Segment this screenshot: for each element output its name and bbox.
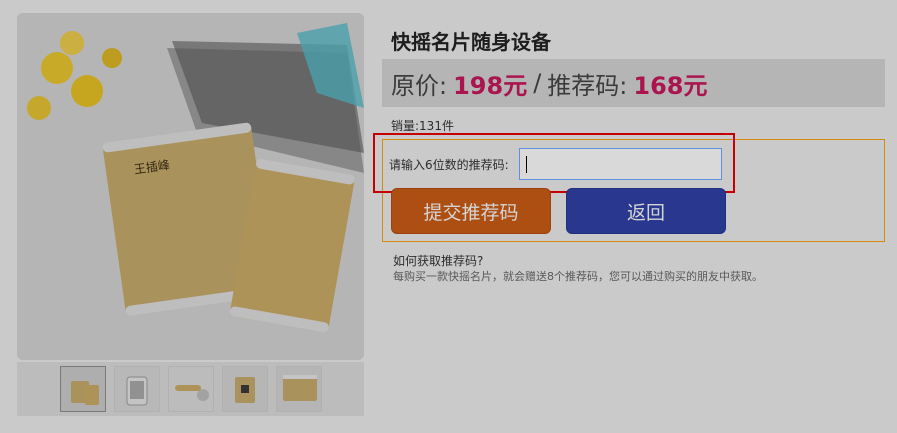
sales-count: 销量:131件 bbox=[391, 119, 454, 133]
thumbnail-image-icon bbox=[114, 367, 159, 411]
price-box: 原价: 198元 / 推荐码: 168元 bbox=[382, 59, 885, 107]
promo-price-value: 168元 bbox=[633, 71, 708, 100]
thumbnail-5[interactable] bbox=[275, 366, 322, 412]
price-separator: / bbox=[533, 69, 542, 97]
thumbnail-3[interactable] bbox=[167, 366, 214, 412]
promo-price-label: 推荐码: bbox=[547, 71, 628, 100]
product-photo-icon: 王插峰 bbox=[17, 13, 364, 360]
help-title: 如何获取推荐码? bbox=[393, 254, 484, 268]
original-price-value: 198元 bbox=[453, 71, 528, 100]
product-page: 王插峰 快摇名片随身设备 原价: 198元 / 推荐码: 168元 销量:131… bbox=[0, 0, 897, 433]
product-title: 快摇名片随身设备 bbox=[391, 30, 551, 54]
thumbnail-2[interactable] bbox=[113, 366, 160, 412]
promo-code-focus-highlight bbox=[373, 133, 735, 193]
main-product-image: 王插峰 bbox=[17, 13, 364, 360]
thumbnail-strip bbox=[17, 362, 364, 416]
submit-code-button[interactable]: 提交推荐码 bbox=[391, 188, 551, 234]
thumbnail-1[interactable] bbox=[59, 366, 106, 412]
help-text: 每购买一款快摇名片，就会赠送8个推荐码，您可以通过购买的朋友中获取。 bbox=[393, 270, 763, 283]
thumbnail-4[interactable] bbox=[221, 366, 268, 412]
thumbnail-image-icon bbox=[222, 367, 267, 411]
thumbnail-image-icon bbox=[60, 367, 105, 411]
thumbnail-image-icon bbox=[168, 367, 213, 411]
thumbnail-image-icon bbox=[276, 367, 321, 411]
back-button[interactable]: 返回 bbox=[566, 188, 726, 234]
original-price-label: 原价: bbox=[391, 71, 448, 100]
